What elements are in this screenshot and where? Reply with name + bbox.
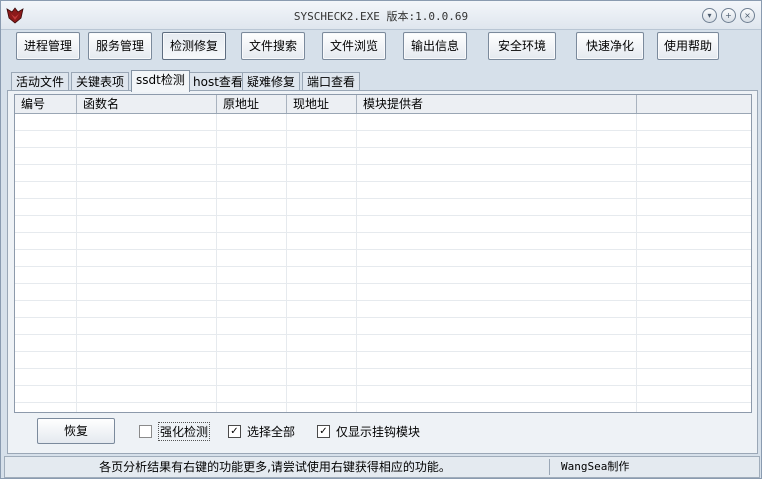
column-divider [286,114,287,412]
tab-ssdt-detect[interactable]: ssdt检测 [131,70,190,92]
select-all-option[interactable]: ✓ 选择全部 [228,423,295,439]
column-header-index[interactable]: 编号 [15,95,77,113]
output-info-button[interactable]: 输出信息 [403,32,467,60]
file-browse-button[interactable]: 文件浏览 [322,32,386,60]
select-all-label: 选择全部 [247,424,296,439]
service-manager-button[interactable]: 服务管理 [88,32,152,60]
column-divider [636,114,637,412]
enhanced-detect-label: 强化检测 [158,421,211,441]
column-divider [76,114,77,412]
enhanced-detect-option[interactable]: 强化检测 [139,421,211,441]
tab-key-entries[interactable]: 关键表项 [71,72,130,91]
main-toolbar: 进程管理 服务管理 检测修复 文件搜索 文件浏览 输出信息 安全环境 快速净化 … [1,30,761,64]
status-divider [549,459,550,475]
column-header-original-address[interactable]: 原地址 [217,95,287,113]
tab-host-view[interactable]: host查看 [188,72,248,91]
column-header-module-provider[interactable]: 模块提供者 [357,95,637,113]
status-author: WangSea制作 [561,460,630,473]
status-bar: 各页分析结果有右键的功能更多,请尝试使用右键获得相应的功能。 WangSea制作 [4,456,760,478]
column-header-extra[interactable] [637,95,751,113]
hooked-only-checkbox[interactable]: ✓ [317,424,330,438]
help-button[interactable]: 使用帮助 [657,32,719,60]
tab-port-view[interactable]: 端口查看 [302,72,361,91]
tab-hard-repair[interactable]: 疑难修复 [242,72,301,91]
table-body[interactable] [15,114,751,412]
column-header-function[interactable]: 函数名 [77,95,217,113]
tab-active-files[interactable]: 活动文件 [11,72,70,91]
process-manager-button[interactable]: 进程管理 [16,32,80,60]
status-message: 各页分析结果有右键的功能更多,请尝试使用右键获得相应的功能。 [99,460,451,474]
title-bar[interactable]: SYSCHECK2.EXE 版本:1.0.0.69 ▾ + × [1,1,761,30]
hooked-only-option[interactable]: ✓ 仅显示挂钩模块 [317,423,420,439]
hooked-only-label: 仅显示挂钩模块 [336,424,421,439]
quick-clean-button[interactable]: 快速净化 [576,32,644,60]
bottom-controls: 恢复 强化检测 ✓ 选择全部 ✓ 仅显示挂钩模块 [14,413,751,449]
app-window: SYSCHECK2.EXE 版本:1.0.0.69 ▾ + × 进程管理 服务管… [0,0,762,479]
safe-env-button[interactable]: 安全环境 [488,32,556,60]
close-icon[interactable]: × [740,8,755,23]
column-divider [356,114,357,412]
table-header: 编号 函数名 原地址 现地址 模块提供者 [15,95,751,114]
detect-repair-button[interactable]: 检测修复 [162,32,226,60]
minimize-icon[interactable]: ▾ [702,8,717,23]
restore-button[interactable]: 恢复 [37,418,115,444]
ssdt-table[interactable]: 编号 函数名 原地址 现地址 模块提供者 [14,94,752,413]
column-header-current-address[interactable]: 现地址 [287,95,357,113]
restore-icon[interactable]: + [721,8,736,23]
column-divider [216,114,217,412]
ssdt-panel: 编号 函数名 原地址 现地址 模块提供者 恢复 强化检测 ✓ 选择全部 ✓ 仅显… [7,90,758,454]
window-title: SYSCHECK2.EXE 版本:1.0.0.69 [293,10,469,23]
file-search-button[interactable]: 文件搜索 [241,32,305,60]
enhanced-detect-checkbox[interactable] [139,424,152,438]
select-all-checkbox[interactable]: ✓ [228,424,241,438]
